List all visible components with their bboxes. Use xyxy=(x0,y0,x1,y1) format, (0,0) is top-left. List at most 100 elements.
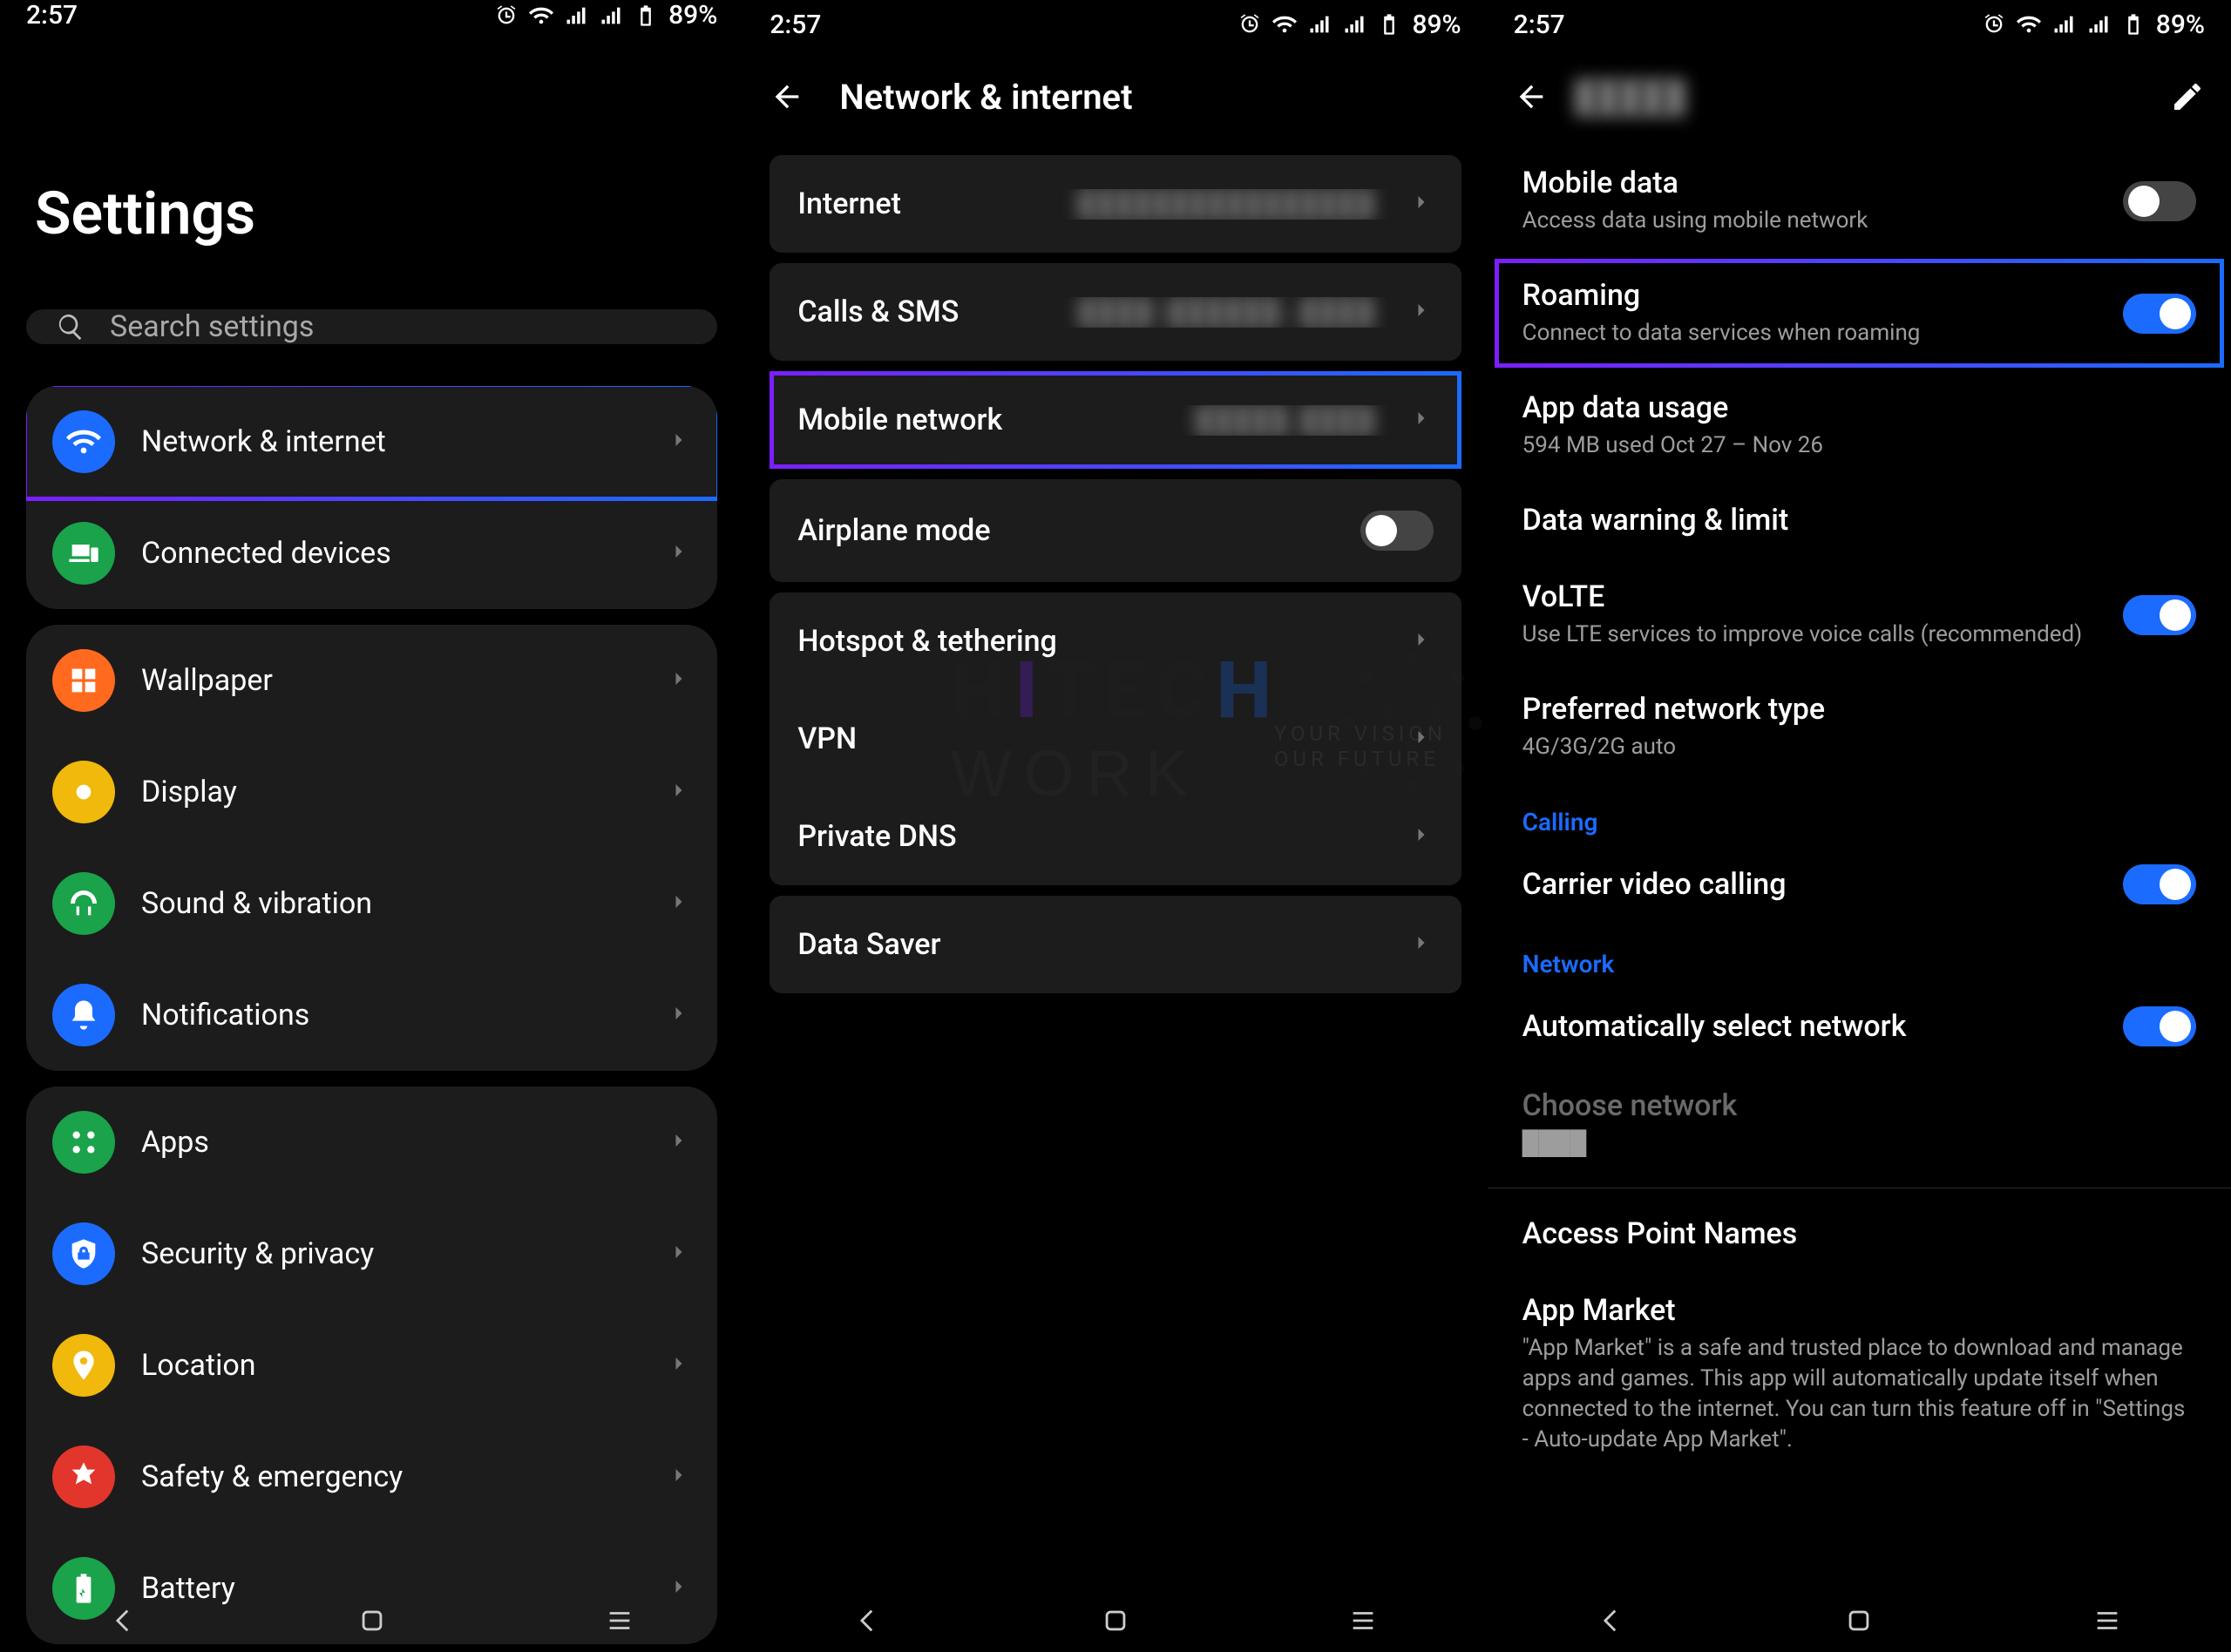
setting-volte[interactable]: VoLTEUse LTE services to improve voice c… xyxy=(1488,559,2231,671)
settings-row-network-internet[interactable]: Network & internet xyxy=(26,386,717,498)
wifi-icon xyxy=(52,410,115,473)
chevron-right-icon xyxy=(1409,931,1434,958)
row-label: Connected devices xyxy=(141,536,641,571)
signal1-icon xyxy=(564,3,588,28)
back-nav-icon[interactable] xyxy=(853,1606,883,1635)
settings-row-apps[interactable]: Apps xyxy=(26,1087,717,1198)
setting-title: Access Point Names xyxy=(1522,1216,2196,1251)
setting-title: Mobile data xyxy=(1522,166,2102,200)
status-bar: 2:57 89% xyxy=(0,0,743,30)
settings-row-notifications[interactable]: Notifications xyxy=(26,959,717,1071)
settings-row-safety-emergency[interactable]: Safety & emergency xyxy=(26,1421,717,1533)
setting-roaming[interactable]: RoamingConnect to data services when roa… xyxy=(1488,257,2231,369)
network-row-mobile-network[interactable]: Mobile network █████, ████ xyxy=(770,371,1461,469)
settings-row-display[interactable]: Display xyxy=(26,736,717,848)
setting-mobile-data[interactable]: Mobile data Access data using mobile netw… xyxy=(1488,145,2231,257)
settings-row-security-privacy[interactable]: Security & privacy xyxy=(26,1198,717,1310)
setting-subtitle: Connect to data services when roaming xyxy=(1522,318,2102,349)
setting-title: App data usage xyxy=(1522,390,2196,425)
setting-automatically-select-network[interactable]: Automatically select network xyxy=(1488,985,2231,1067)
search-settings[interactable]: Search settings xyxy=(26,309,717,344)
setting-subtitle: ████ xyxy=(1522,1128,2196,1159)
setting-title: App Market xyxy=(1522,1293,2196,1328)
settings-row-sound-vibration[interactable]: Sound & vibration xyxy=(26,848,717,959)
chevron-right-icon xyxy=(667,778,691,806)
network-row-calls-sms[interactable]: Calls & SMS████ (██████), ████ xyxy=(770,263,1461,361)
chevron-right-icon xyxy=(667,1240,691,1268)
signal1-icon xyxy=(1307,12,1332,37)
settings-group: Apps Security & privacyLocationSafety & e… xyxy=(26,1087,717,1644)
row-label: Internet xyxy=(797,186,901,221)
phone-settings-root: 2:57 89% Settings Search settings Networ… xyxy=(0,0,743,1652)
apps-icon xyxy=(52,1111,115,1174)
status-time: 2:57 xyxy=(770,10,821,40)
chevron-right-icon xyxy=(1409,823,1434,850)
page-header: █████ xyxy=(1488,49,2231,145)
home-nav-icon[interactable] xyxy=(1844,1606,1874,1635)
setting-subtitle: 4G/3G/2G auto xyxy=(1522,732,2196,762)
alarm-icon xyxy=(1238,12,1262,37)
back-nav-icon[interactable] xyxy=(109,1606,139,1635)
airplane-mode-switch[interactable] xyxy=(1360,511,1434,551)
automatically-select-network-switch[interactable] xyxy=(2123,1006,2196,1046)
status-bar: 2:57 89% xyxy=(1488,0,2231,49)
row-label: Apps xyxy=(141,1125,641,1160)
row-label: Hotspot & tethering xyxy=(797,624,1057,659)
row-value-blurred: █████, ████ xyxy=(1023,405,1387,436)
alarm-icon xyxy=(494,3,519,28)
setting-carrier-video-calling[interactable]: Carrier video calling xyxy=(1488,843,2231,925)
chevron-right-icon xyxy=(1409,627,1434,655)
setting-preferred-network-type[interactable]: Preferred network type4G/3G/2G auto xyxy=(1488,671,2231,783)
search-placeholder: Search settings xyxy=(110,309,314,344)
home-nav-icon[interactable] xyxy=(357,1606,387,1635)
network-row-private-dns[interactable]: Private DNS xyxy=(770,788,1461,885)
roaming-switch[interactable] xyxy=(2123,294,2196,334)
carrier-video-calling-switch[interactable] xyxy=(2123,864,2196,904)
recent-nav-icon[interactable] xyxy=(1348,1606,1378,1635)
status-battery: 89% xyxy=(2156,10,2205,40)
home-nav-icon[interactable] xyxy=(1101,1606,1130,1635)
settings-row-connected-devices[interactable]: Connected devices xyxy=(26,498,717,609)
network-row-data-saver[interactable]: Data Saver xyxy=(770,896,1461,993)
chevron-right-icon xyxy=(667,890,691,917)
chevron-right-icon xyxy=(1409,190,1434,218)
battery-icon xyxy=(634,3,658,28)
recent-nav-icon[interactable] xyxy=(2092,1606,2122,1635)
settings-row-wallpaper[interactable]: Wallpaper xyxy=(26,625,717,736)
chevron-right-icon xyxy=(1409,406,1434,434)
display-icon xyxy=(52,761,115,823)
setting-access-point-names[interactable]: Access Point Names xyxy=(1488,1195,2231,1272)
setting-subtitle: 594 MB used Oct 27 – Nov 26 xyxy=(1522,430,2196,461)
settings-row-location[interactable]: Location xyxy=(26,1310,717,1421)
setting-app-market[interactable]: App Market"App Market" is a safe and tru… xyxy=(1488,1272,2231,1476)
network-row-internet[interactable]: Internet████████████████ xyxy=(770,155,1461,253)
back-icon[interactable] xyxy=(770,79,804,114)
wifi-icon xyxy=(529,3,553,28)
chevron-right-icon xyxy=(1409,725,1434,753)
page-title: Network & internet xyxy=(839,77,1132,118)
chevron-right-icon xyxy=(667,1351,691,1379)
volte-switch[interactable] xyxy=(2123,595,2196,635)
setting-subtitle: Access data using mobile network xyxy=(1522,206,2102,236)
network-row-vpn[interactable]: VPN xyxy=(770,690,1461,788)
chevron-right-icon xyxy=(667,539,691,567)
setting-data-warning-limit[interactable]: Data warning & limit xyxy=(1488,482,2231,559)
sound-icon xyxy=(52,872,115,935)
signal2-icon xyxy=(2086,12,2111,37)
back-icon[interactable] xyxy=(1514,79,1549,114)
row-label: Mobile network xyxy=(797,403,1002,437)
row-label: Calls & SMS xyxy=(797,295,959,329)
notifications-icon xyxy=(52,984,115,1046)
setting-choose-network: Choose network████ xyxy=(1488,1067,2231,1180)
chevron-right-icon xyxy=(667,1001,691,1029)
chevron-right-icon xyxy=(667,1463,691,1491)
setting-app-data-usage[interactable]: App data usage 594 MB used Oct 27 – Nov 2… xyxy=(1488,369,2231,482)
row-label: Notifications xyxy=(141,998,641,1032)
row-label: Data Saver xyxy=(797,927,940,962)
network-row-hotspot-tethering[interactable]: Hotspot & tethering xyxy=(770,592,1461,690)
edit-icon[interactable] xyxy=(2170,79,2205,114)
network-row-airplane-mode[interactable]: Airplane mode xyxy=(770,479,1461,582)
back-nav-icon[interactable] xyxy=(1597,1606,1626,1635)
mobile-data-switch[interactable] xyxy=(2123,181,2196,221)
recent-nav-icon[interactable] xyxy=(605,1606,634,1635)
